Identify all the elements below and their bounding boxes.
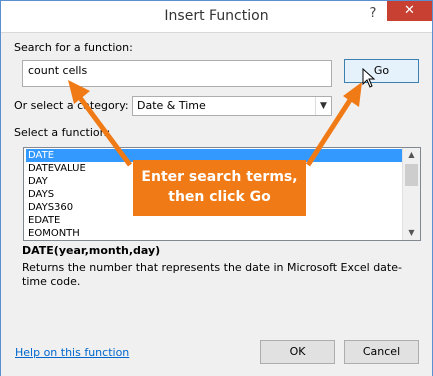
ok-button[interactable]: OK (260, 340, 335, 364)
function-item-days360[interactable]: DAYS360 (26, 201, 75, 214)
function-item-day[interactable]: DAY (26, 175, 50, 188)
category-select[interactable]: Date & Time ▼ (132, 96, 332, 116)
function-item-edate[interactable]: EDATE (26, 214, 62, 227)
function-item-eomonth[interactable]: EOMONTH (26, 227, 82, 240)
scroll-up-icon[interactable]: ▲ (403, 148, 420, 162)
title-bar: Insert Function ? ✕ (1, 1, 432, 32)
scroll-down-icon[interactable]: ▼ (403, 226, 420, 240)
function-item-days[interactable]: DAYS (26, 188, 56, 201)
function-list-label: Select a function: (14, 126, 111, 139)
search-input[interactable]: count cells (22, 60, 332, 87)
help-on-function-link[interactable]: Help on this function (15, 346, 129, 359)
help-icon[interactable]: ? (365, 6, 381, 24)
function-description: Returns the number that represents the d… (22, 261, 402, 288)
function-signature: DATE(year,month,day) (22, 244, 161, 257)
cancel-button[interactable]: Cancel (344, 340, 419, 364)
search-label: Search for a function: (14, 41, 133, 54)
scroll-thumb[interactable] (405, 164, 418, 186)
callout-line-2: then click Go (168, 189, 271, 205)
function-item-datevalue[interactable]: DATEVALUE (26, 162, 88, 175)
go-button[interactable]: Go (344, 59, 419, 83)
close-button[interactable]: ✕ (387, 1, 432, 21)
instruction-callout: Enter search terms, then click Go (133, 160, 306, 216)
function-list-scrollbar[interactable]: ▲ ▼ (402, 148, 420, 240)
category-label: Or select a category: (14, 99, 129, 112)
chevron-down-icon[interactable]: ▼ (315, 97, 331, 115)
callout-line-1: Enter search terms, (141, 169, 298, 185)
category-selected-value: Date & Time (137, 99, 206, 112)
mouse-pointer-icon (362, 68, 376, 88)
